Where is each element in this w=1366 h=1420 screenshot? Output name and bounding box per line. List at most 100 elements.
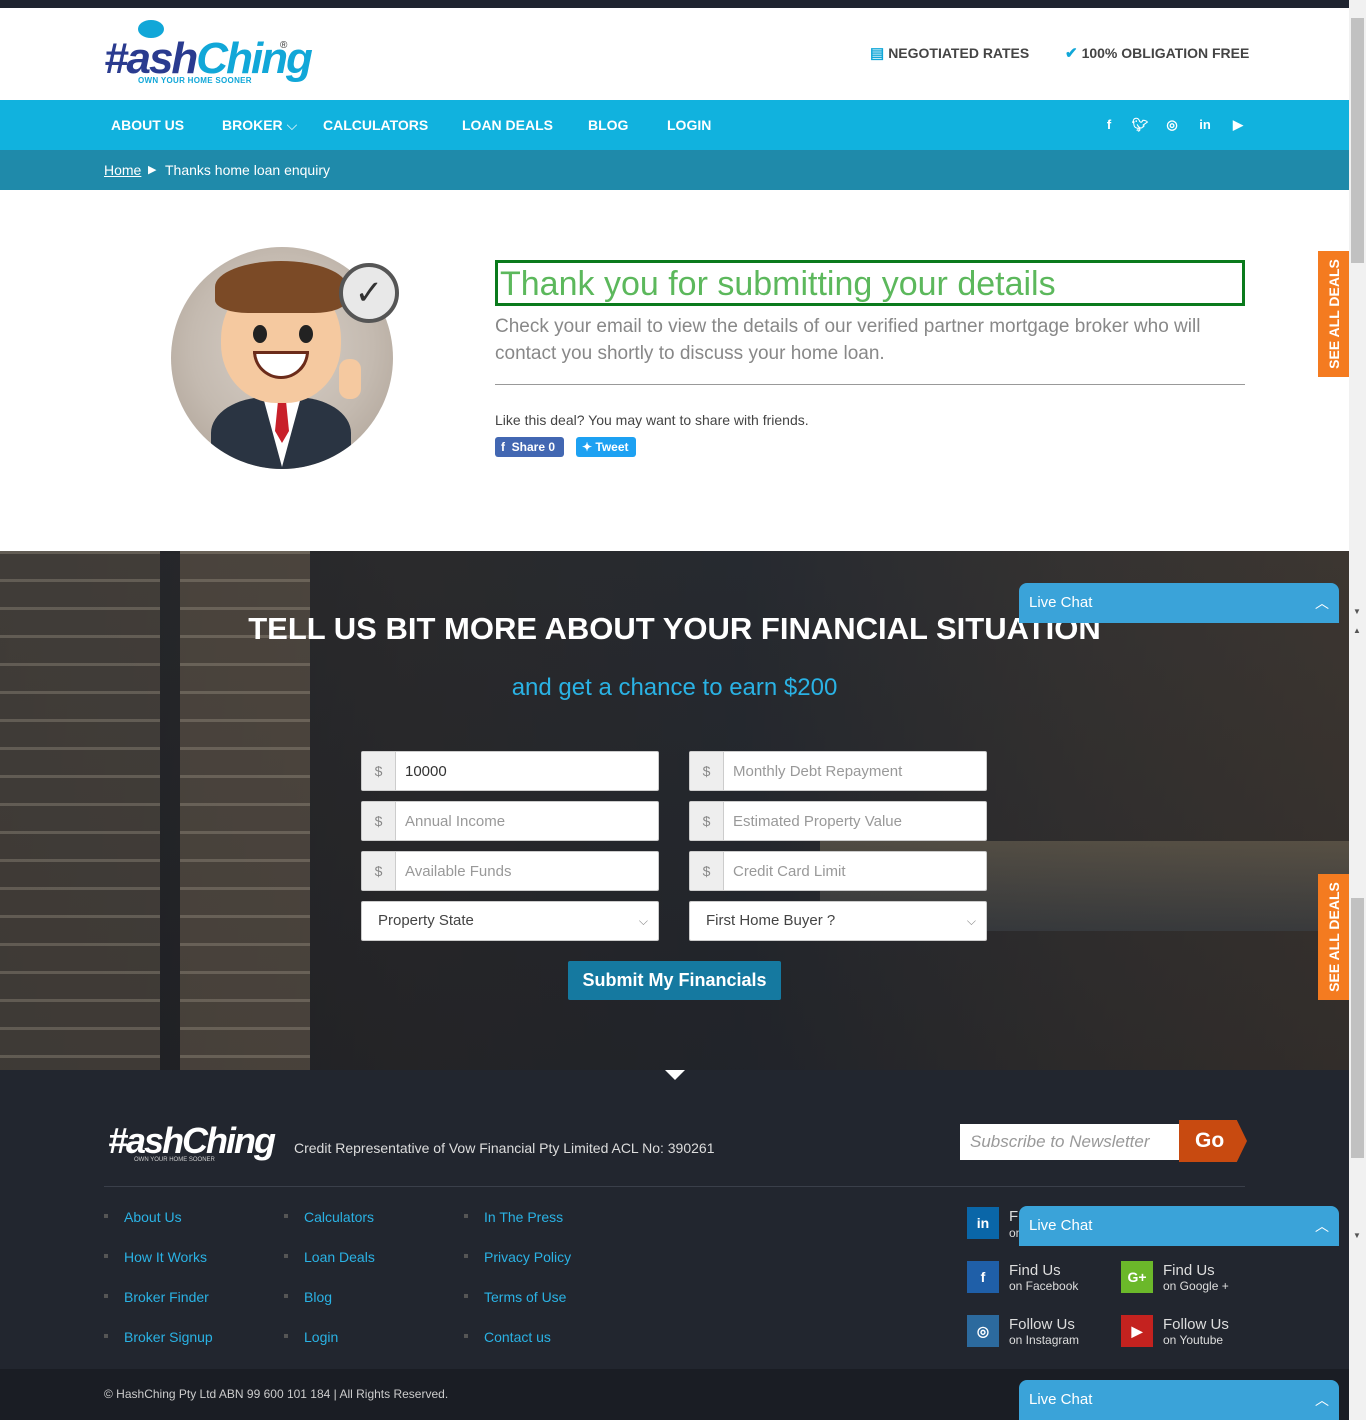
- currency-prefix: $: [362, 852, 396, 890]
- newsletter-input[interactable]: Subscribe to Newsletter: [960, 1124, 1180, 1160]
- credit-limit-field: $: [689, 851, 987, 891]
- instagram-sublabel: on Instagram: [1009, 1333, 1080, 1347]
- available-funds-input[interactable]: [397, 852, 657, 890]
- chevron-up-icon[interactable]: ︿: [1315, 1380, 1329, 1420]
- footer-link-loan-deals[interactable]: Loan Deals: [284, 1249, 375, 1265]
- see-all-deals-tab[interactable]: SEE ALL DEALS: [1318, 251, 1349, 377]
- google-plus-icon[interactable]: G+: [1121, 1261, 1153, 1293]
- youtube-sublabel: on Youtube: [1163, 1333, 1224, 1347]
- twitter-icon: ✦: [582, 440, 593, 454]
- monthly-debt-input[interactable]: [725, 752, 985, 790]
- credit-statement: Credit Representative of Vow Financial P…: [294, 1140, 715, 1156]
- scrollbar-thumb[interactable]: [1351, 898, 1364, 1158]
- facebook-share-button[interactable]: f Share 0: [495, 437, 564, 457]
- google-sublabel: on Google +: [1163, 1279, 1229, 1293]
- currency-prefix: $: [690, 802, 724, 840]
- youtube-label[interactable]: Follow Us: [1163, 1316, 1229, 1333]
- feature-obligation-free: ✔ 100% OBLIGATION FREE: [1065, 44, 1249, 62]
- credit-limit-input[interactable]: [725, 852, 985, 890]
- footer-divider: [104, 1186, 1245, 1187]
- financial-section: TELL US BIT MORE ABOUT YOUR FINANCIAL SI…: [0, 551, 1349, 1070]
- chevron-up-icon[interactable]: ︿: [1315, 1206, 1329, 1246]
- loan-amount-input[interactable]: [397, 752, 657, 790]
- live-chat-widget[interactable]: Live Chat ︿: [1019, 583, 1339, 623]
- nav-about-us[interactable]: ABOUT US: [111, 100, 184, 150]
- live-chat-widget[interactable]: Live Chat ︿: [1019, 1206, 1339, 1246]
- checkmark-icon: ✔: [1065, 45, 1078, 62]
- facebook-label[interactable]: Find Us: [1009, 1262, 1061, 1279]
- checkmark-badge-icon: ✓: [339, 263, 399, 323]
- page: #ashChing ® OWN YOUR HOME SOONER ▤ NEGOT…: [0, 0, 1349, 1420]
- footer-logo[interactable]: #ashChing: [108, 1120, 276, 1162]
- chevron-down-icon: ⌵: [286, 117, 298, 133]
- logo[interactable]: #ashChing ® OWN YOUR HOME SOONER: [104, 20, 313, 90]
- breadcrumb: Home ▶ Thanks home loan enquiry: [0, 150, 1349, 190]
- linkedin-icon[interactable]: in: [1195, 100, 1215, 150]
- footer-link-contact-us[interactable]: Contact us: [464, 1329, 551, 1345]
- property-value-input[interactable]: [725, 802, 985, 840]
- thank-you-message: Check your email to view the details of …: [495, 316, 1201, 364]
- footer-link-terms-of-use[interactable]: Terms of Use: [464, 1289, 566, 1305]
- document-icon: ▤: [870, 45, 885, 62]
- instagram-icon[interactable]: ◎: [967, 1315, 999, 1347]
- tweet-button[interactable]: ✦ Tweet: [576, 437, 636, 457]
- logo-tagline: OWN YOUR HOME SOONER: [138, 76, 252, 85]
- chevron-down-icon: ⌵: [638, 914, 648, 928]
- instagram-label[interactable]: Follow Us: [1009, 1316, 1075, 1333]
- footer-link-broker-signup[interactable]: Broker Signup: [104, 1329, 213, 1345]
- nav-calculators[interactable]: CALCULATORS: [323, 100, 428, 150]
- chevron-up-icon[interactable]: ︿: [1315, 583, 1329, 623]
- footer-logo-tagline: OWN YOUR HOME SOONER: [134, 1157, 215, 1163]
- annual-income-input[interactable]: [397, 802, 657, 840]
- footer-link-how-it-works[interactable]: How It Works: [104, 1249, 207, 1265]
- newsletter-go-button[interactable]: Go: [1179, 1120, 1247, 1162]
- annual-income-field: $: [361, 801, 659, 841]
- footer-link-calculators[interactable]: Calculators: [284, 1209, 374, 1225]
- currency-prefix: $: [362, 802, 396, 840]
- scroll-up-arrow-icon[interactable]: ▲: [1353, 626, 1361, 635]
- youtube-icon[interactable]: ▶: [1121, 1315, 1153, 1347]
- footer-link-privacy-policy[interactable]: Privacy Policy: [464, 1249, 571, 1265]
- linkedin-label[interactable]: F: [1009, 1208, 1018, 1225]
- facebook-icon: f: [501, 440, 505, 454]
- submit-financials-button[interactable]: Submit My Financials: [568, 961, 781, 1000]
- feature-label: 100% OBLIGATION FREE: [1081, 45, 1250, 61]
- first-home-buyer-select[interactable]: First Home Buyer ? ⌵: [689, 901, 987, 941]
- footer-link-blog[interactable]: Blog: [284, 1289, 332, 1305]
- scrollbar[interactable]: ▼ ▲ ▼: [1349, 0, 1366, 1420]
- footer-link-about-us[interactable]: About Us: [104, 1209, 182, 1225]
- youtube-icon[interactable]: ▶: [1228, 100, 1248, 150]
- instagram-icon[interactable]: ◎: [1162, 100, 1182, 150]
- currency-prefix: $: [690, 752, 724, 790]
- footer-link-in-the-press[interactable]: In The Press: [464, 1209, 563, 1225]
- nav-blog[interactable]: BLOG: [588, 100, 628, 150]
- facebook-icon[interactable]: f: [1099, 100, 1119, 150]
- facebook-sublabel: on Facebook: [1009, 1279, 1079, 1293]
- nav-login[interactable]: LOGIN: [667, 100, 711, 150]
- google-label[interactable]: Find Us: [1163, 1262, 1215, 1279]
- property-value-field: $: [689, 801, 987, 841]
- scrollbar-thumb[interactable]: [1351, 18, 1364, 263]
- main-nav: ABOUT US BROKER ⌵ CALCULATORS LOAN DEALS…: [0, 100, 1349, 150]
- currency-prefix: $: [690, 852, 724, 890]
- property-state-select[interactable]: Property State ⌵: [361, 901, 659, 941]
- top-strip: [0, 0, 1349, 8]
- footer-link-broker-finder[interactable]: Broker Finder: [104, 1289, 209, 1305]
- nav-loan-deals[interactable]: LOAN DEALS: [462, 100, 553, 150]
- twitter-icon[interactable]: 🐦︎: [1130, 100, 1150, 150]
- facebook-icon[interactable]: f: [967, 1261, 999, 1293]
- feature-negotiated-rates: ▤ NEGOTIATED RATES: [870, 44, 1029, 62]
- nav-broker[interactable]: BROKER ⌵: [222, 100, 297, 150]
- feature-label: NEGOTIATED RATES: [888, 45, 1030, 61]
- see-all-deals-tab[interactable]: SEE ALL DEALS: [1318, 874, 1349, 1000]
- scroll-down-arrow-icon[interactable]: ▼: [1353, 1231, 1361, 1240]
- divider: [495, 384, 1245, 385]
- scroll-down-arrow-icon[interactable]: ▼: [1353, 607, 1361, 616]
- down-arrow-icon: [665, 1070, 685, 1080]
- breadcrumb-home-link[interactable]: Home: [104, 162, 141, 178]
- breadcrumb-current: Thanks home loan enquiry: [165, 162, 330, 178]
- live-chat-widget[interactable]: Live Chat ︿: [1019, 1380, 1339, 1420]
- linkedin-icon[interactable]: in: [967, 1207, 999, 1239]
- header: #ashChing ® OWN YOUR HOME SOONER ▤ NEGOT…: [0, 8, 1349, 100]
- footer-link-login[interactable]: Login: [284, 1329, 338, 1345]
